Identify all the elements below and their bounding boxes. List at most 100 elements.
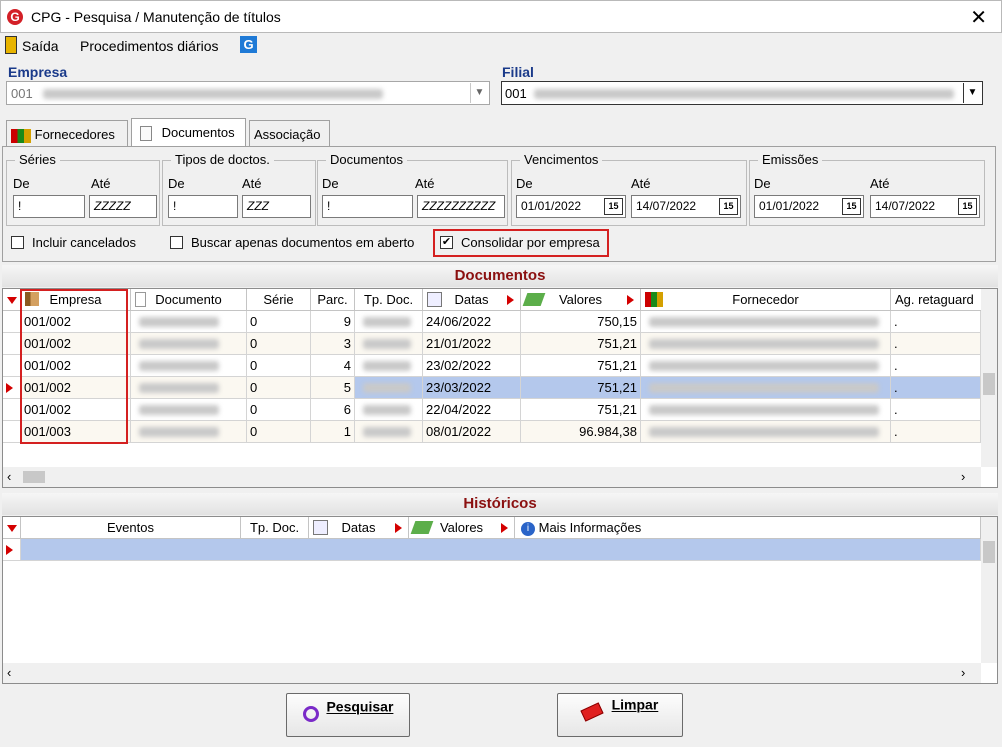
table-cell[interactable] — [355, 355, 423, 377]
vencimentos-ate-input[interactable]: 14/07/2022 15 — [631, 195, 741, 218]
col-valores[interactable]: Valores — [521, 289, 641, 311]
table-cell[interactable]: 751,21 — [521, 333, 641, 355]
table-cell[interactable]: 0 — [247, 311, 311, 333]
close-icon[interactable]: ✕ — [970, 5, 987, 30]
table-cell[interactable]: 6 — [311, 399, 355, 421]
table-cell[interactable]: 751,21 — [521, 355, 641, 377]
table-cell[interactable]: 4 — [311, 355, 355, 377]
table-cell[interactable]: . — [891, 399, 981, 421]
table-cell[interactable]: 23/02/2022 — [423, 355, 521, 377]
col-tp-doc[interactable]: Tp. Doc. — [241, 517, 309, 539]
col-mais-informacoes[interactable]: i Mais Informações — [515, 517, 981, 539]
incluir-cancelados-checkbox[interactable] — [11, 236, 24, 249]
tipos-ate-input[interactable]: ZZZ — [242, 195, 311, 218]
table-cell[interactable]: 24/06/2022 — [423, 311, 521, 333]
table-cell[interactable] — [131, 399, 247, 421]
documentos-ate-input[interactable]: ZZZZZZZZZZ — [417, 195, 505, 218]
table-row[interactable] — [21, 539, 981, 561]
menu-exit[interactable]: Saída — [22, 38, 59, 54]
table-cell[interactable]: 0 — [247, 377, 311, 399]
calendar-icon[interactable]: 15 — [958, 198, 977, 215]
table-cell[interactable] — [355, 377, 423, 399]
table-cell[interactable] — [131, 355, 247, 377]
chevron-down-icon[interactable]: ▼ — [470, 83, 488, 103]
table-cell[interactable]: 1 — [311, 421, 355, 443]
table-cell[interactable]: . — [891, 355, 981, 377]
table-cell[interactable] — [355, 421, 423, 443]
vencimentos-de-input[interactable]: 01/01/2022 15 — [516, 195, 626, 218]
series-ate-input[interactable]: ZZZZZ — [89, 195, 157, 218]
emissoes-de-input[interactable]: 01/01/2022 15 — [754, 195, 864, 218]
emissoes-ate-input[interactable]: 14/07/2022 15 — [870, 195, 980, 218]
consolidar-checkbox[interactable]: ✔ — [440, 236, 453, 249]
table-cell[interactable] — [355, 399, 423, 421]
tab-fornecedores[interactable]: Fornecedores — [6, 120, 128, 146]
scrollbar-thumb[interactable] — [983, 373, 995, 395]
search-button[interactable]: Pesquisar — [286, 693, 410, 737]
col-valores[interactable]: Valores — [409, 517, 515, 539]
table-cell[interactable] — [355, 311, 423, 333]
documentos-de-input[interactable]: ! — [322, 195, 413, 218]
col-documento[interactable]: Documento — [131, 289, 247, 311]
table-cell[interactable]: 22/04/2022 — [423, 399, 521, 421]
calendar-icon[interactable]: 15 — [719, 198, 738, 215]
scroll-right-icon[interactable]: › — [961, 469, 965, 484]
scrollbar-thumb[interactable] — [23, 471, 45, 483]
table-cell[interactable]: 23/03/2022 — [423, 377, 521, 399]
table-cell[interactable] — [131, 311, 247, 333]
chevron-down-icon[interactable]: ▼ — [963, 83, 981, 103]
calendar-icon[interactable]: 15 — [604, 198, 623, 215]
table-cell[interactable] — [641, 377, 891, 399]
col-datas[interactable]: Datas — [309, 517, 409, 539]
em-aberto-checkbox[interactable] — [170, 236, 183, 249]
table-cell[interactable] — [641, 399, 891, 421]
tab-documentos[interactable]: Documentos — [131, 118, 246, 147]
table-cell[interactable]: 0 — [247, 333, 311, 355]
col-serie[interactable]: Série — [247, 289, 311, 311]
col-parc[interactable]: Parc. — [311, 289, 355, 311]
historicos-grid[interactable]: Eventos Tp. Doc. Datas Valores i Mais In… — [2, 516, 998, 684]
scroll-right-icon[interactable]: › — [961, 665, 965, 680]
series-de-input[interactable]: ! — [13, 195, 85, 218]
table-cell[interactable]: 0 — [247, 399, 311, 421]
tipos-de-input[interactable]: ! — [168, 195, 238, 218]
scroll-left-icon[interactable]: ‹ — [7, 469, 11, 484]
table-cell[interactable] — [131, 421, 247, 443]
table-cell[interactable]: 96.984,38 — [521, 421, 641, 443]
table-cell[interactable] — [355, 333, 423, 355]
table-cell[interactable]: 21/01/2022 — [423, 333, 521, 355]
documentos-grid[interactable]: Empresa Documento Série Parc. Tp. Doc. D… — [2, 288, 998, 488]
table-cell[interactable] — [641, 355, 891, 377]
col-fornecedor[interactable]: Fornecedor — [641, 289, 891, 311]
empresa-combo[interactable]: 001 ▼ — [6, 81, 490, 105]
table-cell[interactable] — [131, 377, 247, 399]
horizontal-scrollbar[interactable]: ‹ › — [3, 663, 981, 683]
table-cell[interactable] — [641, 311, 891, 333]
table-cell[interactable]: 751,21 — [521, 399, 641, 421]
scroll-left-icon[interactable]: ‹ — [7, 665, 11, 680]
table-cell[interactable] — [641, 421, 891, 443]
table-cell[interactable] — [131, 333, 247, 355]
table-cell[interactable]: 0 — [247, 355, 311, 377]
table-cell[interactable]: 3 — [311, 333, 355, 355]
col-tp-doc[interactable]: Tp. Doc. — [355, 289, 423, 311]
table-cell[interactable] — [641, 333, 891, 355]
col-eventos[interactable]: Eventos — [21, 517, 241, 539]
scrollbar-thumb[interactable] — [983, 541, 995, 563]
col-ag-retaguarda[interactable]: Ag. retaguard — [891, 289, 983, 311]
calendar-icon[interactable]: 15 — [842, 198, 861, 215]
menu-daily-procedures[interactable]: Procedimentos diários — [80, 38, 219, 54]
table-cell[interactable]: 750,15 — [521, 311, 641, 333]
table-cell[interactable]: 08/01/2022 — [423, 421, 521, 443]
table-cell[interactable]: . — [891, 377, 981, 399]
table-cell[interactable]: 0 — [247, 421, 311, 443]
vertical-scrollbar[interactable] — [981, 289, 997, 467]
filial-combo[interactable]: 001 ▼ — [501, 81, 983, 105]
horizontal-scrollbar[interactable]: ‹ › — [3, 467, 981, 487]
col-datas[interactable]: Datas — [423, 289, 521, 311]
help-g-icon[interactable]: G — [240, 36, 257, 53]
clear-button[interactable]: Limpar — [557, 693, 683, 737]
tab-associacao[interactable]: Associação — [249, 120, 330, 146]
table-cell[interactable]: 751,21 — [521, 377, 641, 399]
vertical-scrollbar[interactable] — [981, 517, 997, 663]
